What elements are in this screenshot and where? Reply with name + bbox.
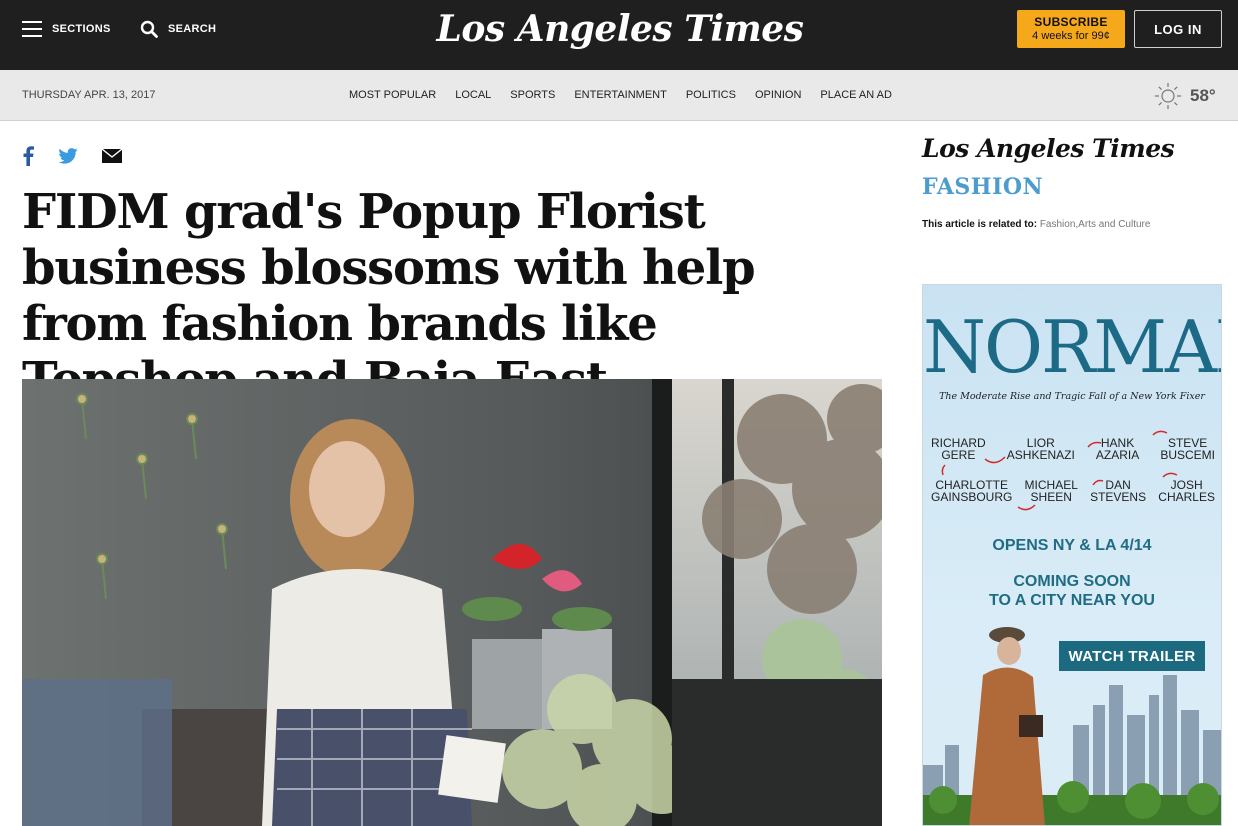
- nav-local[interactable]: LOCAL: [455, 89, 491, 101]
- facebook-icon: [23, 146, 34, 166]
- norman-advertisement[interactable]: NORMAN The Moderate Rise and Tragic Fall…: [922, 284, 1222, 826]
- sections-menu-button[interactable]: SECTIONS: [22, 19, 111, 39]
- nav-entertainment[interactable]: ENTERTAINMENT: [574, 89, 667, 101]
- nav-most-popular[interactable]: MOST POPULAR: [349, 89, 436, 101]
- sub-navigation: THURSDAY APR. 13, 2017 MOST POPULAR LOCA…: [0, 70, 1238, 121]
- article-headline: FIDM grad's Popup Florist business bloss…: [22, 184, 756, 408]
- article-photo[interactable]: [22, 379, 882, 826]
- subscribe-button[interactable]: SUBSCRIBE 4 weeks for 99¢: [1017, 10, 1125, 48]
- related-label: This article is related to:: [922, 219, 1038, 230]
- twitter-share-button[interactable]: [58, 148, 78, 164]
- top-header: SECTIONS SEARCH Los Angeles Times SUBSCR…: [0, 0, 1238, 70]
- cast-arrows-decoration: [941, 430, 1178, 511]
- related-tags[interactable]: Fashion,Arts and Culture: [1040, 219, 1151, 230]
- nav-place-an-ad[interactable]: PLACE AN AD: [820, 89, 892, 101]
- weather-widget[interactable]: 58°: [1154, 82, 1216, 110]
- login-button[interactable]: LOG IN: [1134, 10, 1222, 48]
- sections-label: SECTIONS: [52, 23, 111, 35]
- ad-movie-title: NORMAN: [923, 305, 1221, 389]
- ad-coming-soon: COMING SOON TO A CITY NEAR YOU: [989, 573, 1155, 609]
- ad-poster-art: [923, 627, 1221, 825]
- hamburger-icon: [22, 21, 42, 37]
- sun-icon: [1155, 83, 1181, 109]
- search-icon: [140, 20, 158, 38]
- search-button[interactable]: SEARCH: [140, 19, 216, 39]
- florist-photo-illustration: [22, 379, 882, 826]
- email-icon: [102, 149, 122, 163]
- subscribe-offer: 4 weeks for 99¢: [1032, 30, 1110, 42]
- search-label: SEARCH: [168, 23, 217, 35]
- ad-tagline: The Moderate Rise and Tragic Fall of a N…: [939, 391, 1205, 402]
- nav-sports[interactable]: SPORTS: [510, 89, 555, 101]
- nav-politics[interactable]: POLITICS: [686, 89, 736, 101]
- current-date: THURSDAY APR. 13, 2017: [22, 89, 156, 101]
- twitter-icon: [58, 148, 78, 164]
- masthead-logo[interactable]: Los Angeles Times: [420, 8, 820, 50]
- ad-release-date: OPENS NY & LA 4/14: [992, 537, 1152, 554]
- facebook-share-button[interactable]: [22, 146, 34, 166]
- section-menu: MOST POPULAR LOCAL SPORTS ENTERTAINMENT …: [349, 89, 911, 101]
- section-title[interactable]: FASHION: [922, 174, 1043, 200]
- related-topics: This article is related to: Fashion,Arts…: [922, 219, 1150, 230]
- temperature: 58°: [1190, 86, 1216, 105]
- email-share-button[interactable]: [102, 149, 122, 163]
- share-bar: [22, 146, 146, 166]
- sidebar-masthead-logo[interactable]: Los Angeles Times: [922, 134, 1175, 163]
- nav-opinion[interactable]: OPINION: [755, 89, 801, 101]
- subscribe-label: SUBSCRIBE: [1034, 15, 1108, 29]
